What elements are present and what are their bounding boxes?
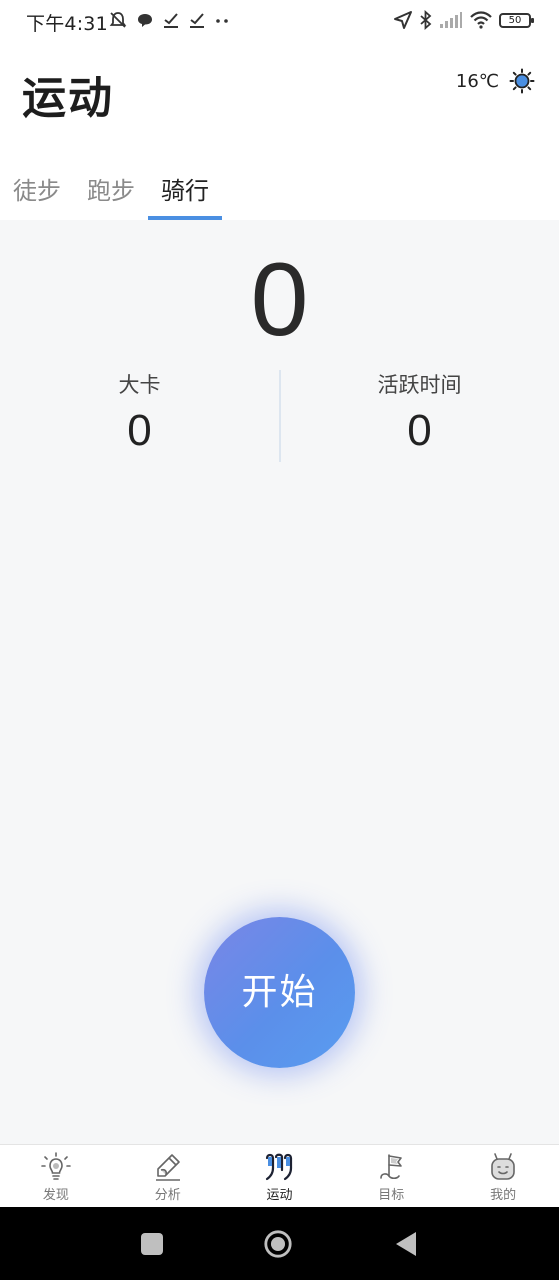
nav-label-sport: 运动	[266, 1188, 293, 1203]
home-circle-icon[interactable]	[263, 1229, 293, 1259]
system-status-icons: 50	[393, 8, 534, 32]
page-title: 运动	[22, 73, 114, 124]
back-triangle-icon[interactable]	[392, 1229, 422, 1259]
profile-icon	[491, 1153, 515, 1180]
bottom-nav: 发现 分析 运动 目标 我的	[0, 1144, 559, 1208]
nav-label-discover: 发现	[42, 1188, 69, 1203]
pen-icon	[155, 1154, 180, 1181]
active-time-stat: 活跃时间 0	[280, 370, 559, 462]
header: 运动 16℃ 徒步 跑步 骑行	[0, 42, 559, 220]
nav-item-analysis[interactable]: 分析	[112, 1145, 224, 1208]
signal-icon	[440, 12, 462, 28]
notification-icons	[108, 8, 230, 32]
calories-value: 0	[127, 406, 152, 455]
bulb-icon	[41, 1152, 71, 1180]
wifi-icon	[470, 11, 492, 29]
tab-hiking[interactable]: 徒步	[0, 168, 74, 220]
sport-type-tabs: 徒步 跑步 骑行	[0, 168, 222, 220]
system-navigation-bar	[0, 1207, 559, 1280]
active-time-value: 0	[407, 406, 432, 455]
nav-item-profile[interactable]: 我的	[447, 1145, 559, 1208]
nav-label-goal: 目标	[378, 1188, 405, 1203]
active-time-label: 活跃时间	[377, 373, 462, 397]
calories-label: 大卡	[118, 373, 161, 397]
calories-stat: 大卡 0	[0, 370, 279, 462]
weather-widget[interactable]: 16℃	[456, 68, 535, 94]
nav-item-goal[interactable]: 目标	[335, 1145, 447, 1208]
nav-item-discover[interactable]: 发现	[0, 1145, 112, 1208]
battery-icon: 50	[499, 12, 534, 28]
nav-label-profile: 我的	[490, 1188, 517, 1203]
status-time: 下午4:31	[26, 13, 108, 35]
tab-running[interactable]: 跑步	[74, 168, 148, 220]
more-dots-icon	[216, 19, 228, 23]
nav-label-analysis: 分析	[154, 1188, 181, 1203]
location-arrow-icon	[394, 11, 412, 29]
check-download-icon	[164, 13, 178, 28]
status-bar: 下午4:31 50	[0, 0, 559, 42]
start-button[interactable]: 开始	[204, 917, 355, 1068]
distance-value: 0	[250, 242, 309, 358]
sport-icon	[266, 1153, 293, 1181]
recents-square-icon[interactable]	[137, 1229, 167, 1259]
mute-bell-icon	[109, 12, 127, 28]
flag-icon	[380, 1154, 403, 1180]
sun-icon	[509, 68, 535, 94]
check-download-icon	[190, 13, 204, 28]
nav-item-sport[interactable]: 运动	[224, 1145, 336, 1208]
weather-temperature: 16℃	[455, 70, 499, 92]
tab-cycling[interactable]: 骑行	[148, 168, 222, 220]
bluetooth-icon	[420, 10, 432, 30]
chat-bubble-icon	[138, 14, 152, 27]
